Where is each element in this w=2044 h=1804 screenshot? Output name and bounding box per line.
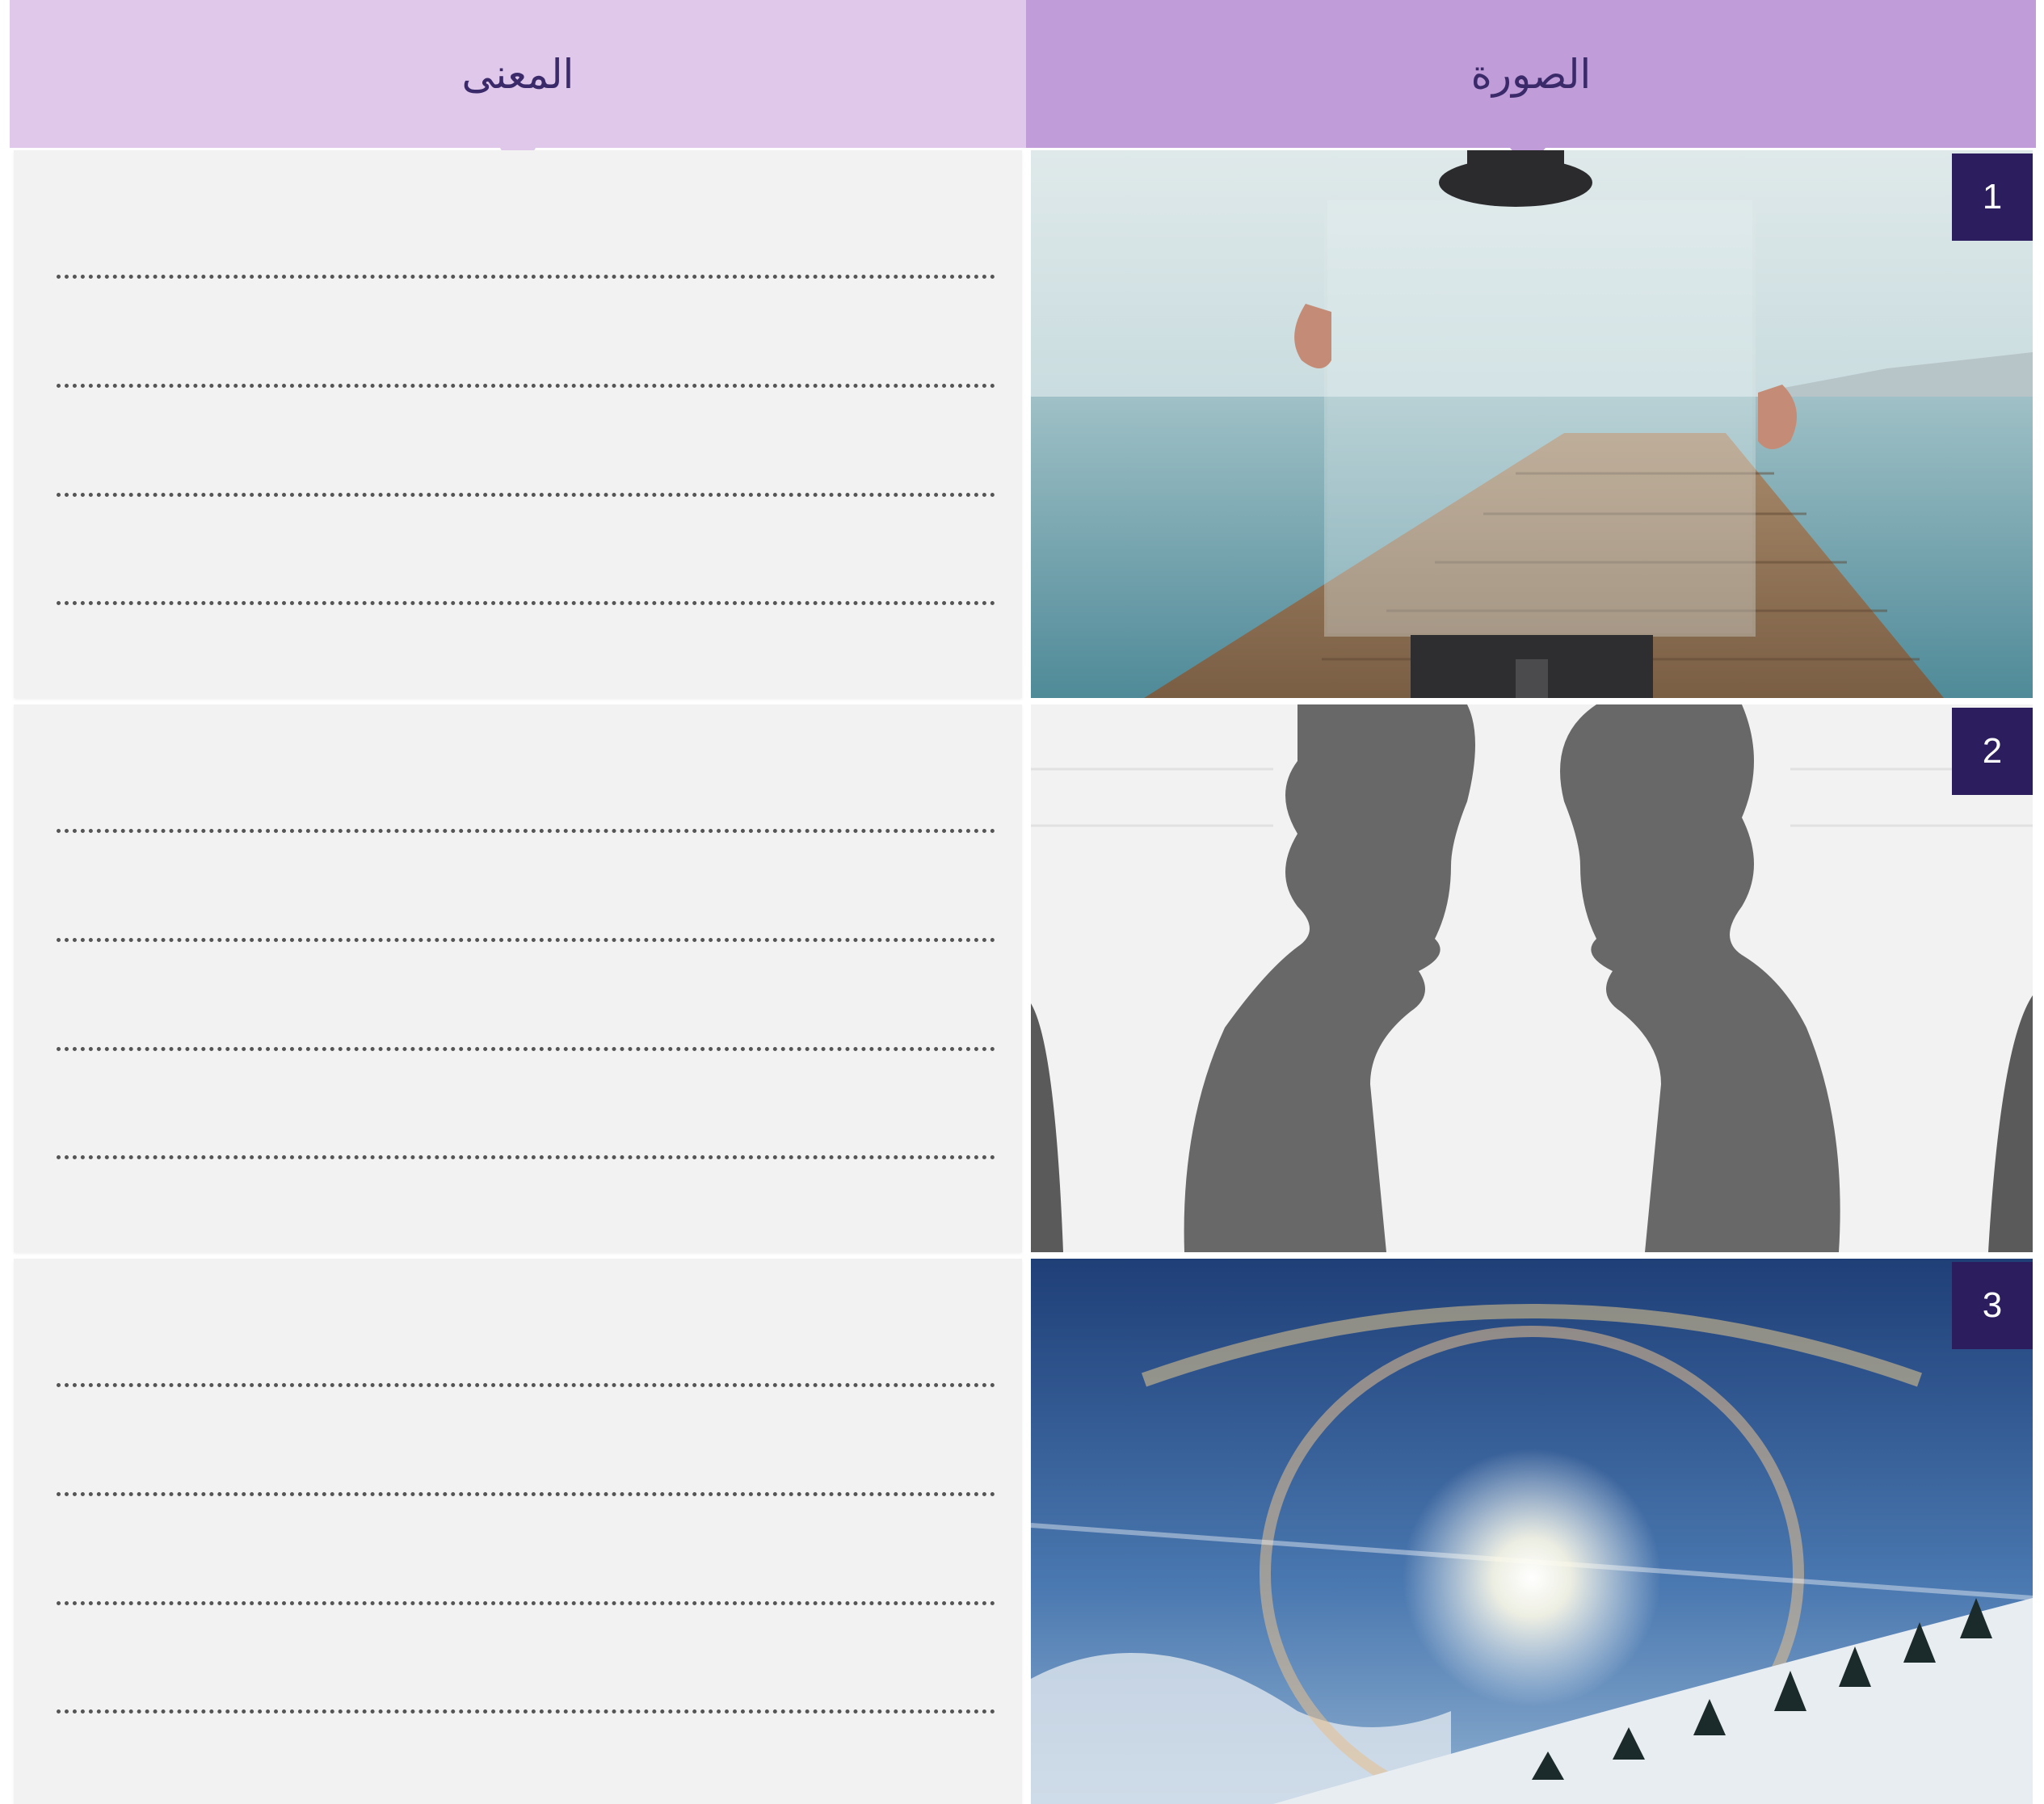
- header-image-label: الصورة: [1470, 50, 1592, 98]
- answer-line[interactable]: [57, 1601, 995, 1605]
- table-row-3: 3: [0, 1259, 2044, 1804]
- image-cell-2: 2: [1031, 704, 2033, 1252]
- header-meaning: المعنى: [10, 0, 1026, 148]
- row-number-badge: 1: [1952, 153, 2033, 241]
- pier-glass-photo: [1031, 150, 2033, 698]
- answer-line[interactable]: [57, 1047, 995, 1051]
- answer-line[interactable]: [57, 601, 995, 605]
- sun-halo-photo: [1031, 1259, 2033, 1804]
- answer-line[interactable]: [57, 1492, 995, 1496]
- answer-line[interactable]: [57, 493, 995, 497]
- image-cell-1: 1: [1031, 150, 2033, 698]
- image-cell-3: 3: [1031, 1259, 2033, 1804]
- header-image: الصورة: [1026, 0, 2036, 148]
- answer-line[interactable]: [57, 384, 995, 388]
- table-row-2: 2: [0, 704, 2044, 1252]
- header-meaning-label: المعنى: [461, 50, 574, 98]
- answer-line[interactable]: [57, 275, 995, 279]
- answer-line[interactable]: [57, 829, 995, 833]
- face-vase-illusion-photo: [1031, 704, 2033, 1252]
- answer-line[interactable]: [57, 1383, 995, 1387]
- row-number-badge: 2: [1952, 708, 2033, 795]
- meaning-cell-1: [14, 150, 1022, 698]
- answer-line[interactable]: [57, 1155, 995, 1159]
- row-number-badge: 3: [1952, 1262, 2033, 1349]
- answer-line[interactable]: [57, 938, 995, 942]
- answer-line[interactable]: [57, 1709, 995, 1714]
- meaning-cell-2: [14, 704, 1022, 1252]
- table-row-1: 1: [0, 150, 2044, 698]
- meaning-cell-3: [14, 1259, 1022, 1804]
